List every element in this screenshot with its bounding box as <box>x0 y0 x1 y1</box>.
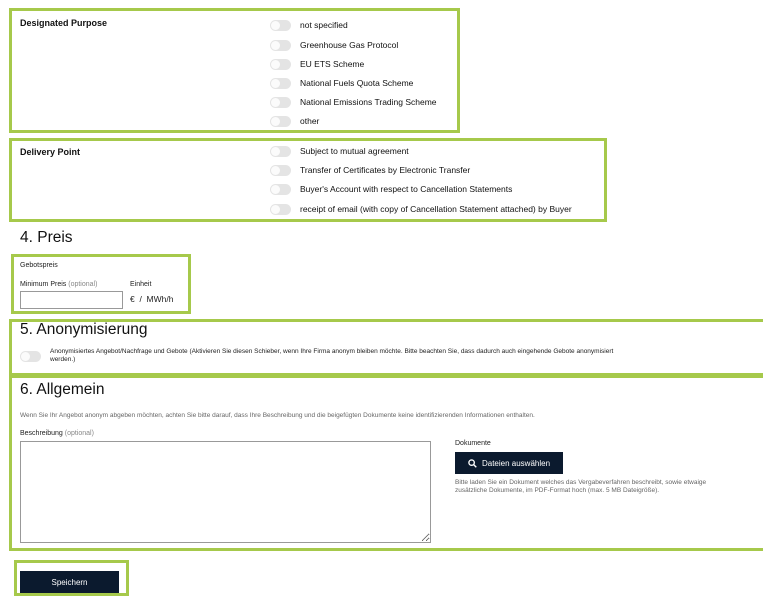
optional-hint: (optional) <box>68 281 98 288</box>
save-button[interactable]: Speichern <box>20 571 119 593</box>
purpose-option-not-specified[interactable]: not specified <box>270 17 348 33</box>
anonymisierung-heading: 5. Anonymisierung <box>20 321 148 338</box>
toggle-switch[interactable] <box>270 19 291 31</box>
toggle-switch[interactable] <box>270 145 291 157</box>
toggle-switch[interactable] <box>270 164 291 176</box>
purpose-option-national-emissions-trading[interactable]: National Emissions Trading Scheme <box>270 94 437 110</box>
designated-purpose-label: Designated Purpose <box>20 18 108 28</box>
search-icon <box>468 458 477 468</box>
toggle-switch[interactable] <box>270 39 291 51</box>
upload-hint: Bitte laden Sie ein Dokument welches das… <box>455 479 706 495</box>
anonymity-hint: Wenn Sie Ihr Angebot anonym abgeben möch… <box>20 412 535 419</box>
description-label-text: Beschreibung <box>20 430 63 437</box>
description-textarea[interactable] <box>20 441 431 543</box>
option-label: Subject to mutual agreement <box>300 146 409 156</box>
anonymize-description-line-1: Anonymisiertes Angebot/Nachfrage und Geb… <box>50 348 614 355</box>
unit-value: € / MWh/h <box>130 294 174 304</box>
toggle-switch[interactable] <box>270 58 291 70</box>
toggle-switch[interactable] <box>270 183 291 195</box>
anonymize-description: Anonymisiertes Angebot/Nachfrage und Geb… <box>50 348 613 364</box>
documents-label: Dokumente <box>455 440 491 447</box>
delivery-option-electronic-transfer[interactable]: Transfer of Certificates by Electronic T… <box>270 162 470 178</box>
toggle-switch[interactable] <box>270 203 291 215</box>
min-price-input[interactable] <box>20 291 123 309</box>
purpose-option-national-fuels-quota[interactable]: National Fuels Quota Scheme <box>270 75 413 91</box>
purpose-option-eu-ets[interactable]: EU ETS Scheme <box>270 56 364 72</box>
min-price-label: Minimum Preis (optional) <box>20 281 97 288</box>
toggle-switch[interactable] <box>270 77 291 89</box>
toggle-switch[interactable] <box>270 96 291 108</box>
anonymize-description-line-2: werden.) <box>50 356 76 363</box>
purpose-option-other[interactable]: other <box>270 113 319 129</box>
option-label: Buyer's Account with respect to Cancella… <box>300 184 513 194</box>
upload-hint-line-2: zusätzliche Dokumente, im PDF-Format hoc… <box>455 487 660 494</box>
delivery-point-label: Delivery Point <box>20 147 81 157</box>
toggle-switch[interactable] <box>270 115 291 127</box>
min-price-label-text: Minimum Preis <box>20 281 67 288</box>
unit-label: Einheit <box>130 281 152 288</box>
option-label: receipt of email (with copy of Cancellat… <box>300 204 572 214</box>
delivery-option-buyers-account[interactable]: Buyer's Account with respect to Cancella… <box>270 181 512 197</box>
gebotspreis-label: Gebotspreis <box>20 262 58 269</box>
option-label: Greenhouse Gas Protocol <box>300 40 399 50</box>
option-label: National Emissions Trading Scheme <box>300 97 437 107</box>
allgemein-heading: 6. Allgemein <box>20 381 105 398</box>
preis-heading: 4. Preis <box>20 229 73 246</box>
description-label: Beschreibung (optional) <box>20 430 94 437</box>
optional-hint: (optional) <box>64 430 94 437</box>
delivery-option-email-receipt[interactable]: receipt of email (with copy of Cancellat… <box>270 201 572 217</box>
delivery-option-mutual-agreement[interactable]: Subject to mutual agreement <box>270 143 409 159</box>
option-label: not specified <box>300 20 348 30</box>
option-label: other <box>300 116 320 126</box>
select-files-label: Dateien auswählen <box>481 458 551 468</box>
option-label: National Fuels Quota Scheme <box>300 78 414 88</box>
select-files-button[interactable]: Dateien auswählen <box>455 452 563 474</box>
purpose-option-greenhouse-gas-protocol[interactable]: Greenhouse Gas Protocol <box>270 37 398 53</box>
anonymize-toggle[interactable] <box>20 351 41 362</box>
option-label: EU ETS Scheme <box>300 59 365 69</box>
option-label: Transfer of Certificates by Electronic T… <box>300 165 471 175</box>
upload-hint-line-1: Bitte laden Sie ein Dokument welches das… <box>455 479 707 486</box>
